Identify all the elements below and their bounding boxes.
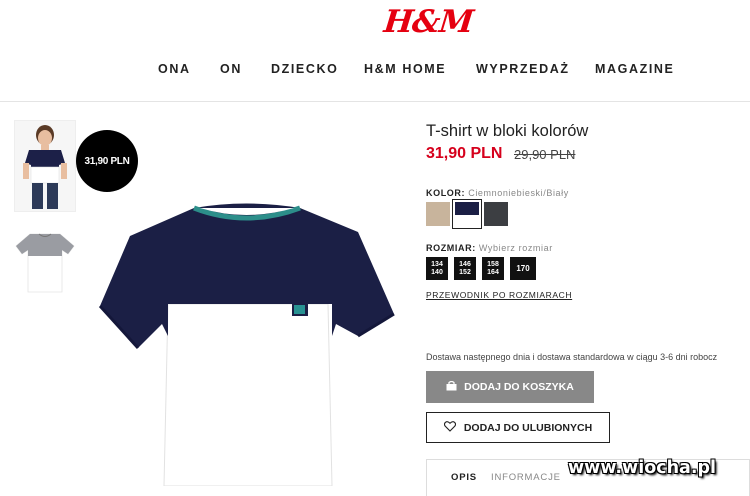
watermark-text: www.wiocha.pl xyxy=(568,458,717,478)
nav-item-ona[interactable]: ONA xyxy=(158,62,191,76)
old-price: 29,90 PLN xyxy=(514,147,576,162)
color-swatch-dark-grey[interactable] xyxy=(484,202,508,226)
bag-icon xyxy=(446,380,457,394)
current-price: 31,90 PLN xyxy=(426,145,503,162)
add-to-cart-label: DODAJ DO KOSZYKA xyxy=(464,381,574,393)
size-bottom: 140 xyxy=(431,268,443,276)
size-option-158-164[interactable]: 158 164 xyxy=(482,257,504,280)
nav-item-hm-home[interactable]: H&M HOME xyxy=(364,62,446,76)
nav-item-magazine[interactable]: MAGAZINE xyxy=(595,62,674,76)
size-label-row: ROZMIAR: Wybierz rozmiar xyxy=(426,243,553,253)
size-option-134-140[interactable]: 134 140 xyxy=(426,257,448,280)
brand-logo[interactable]: H&M xyxy=(382,4,474,40)
size-option-170[interactable]: 170 xyxy=(510,257,536,280)
color-label: KOLOR: xyxy=(426,188,466,198)
size-option-146-152[interactable]: 146 152 xyxy=(454,257,476,280)
nav-item-dziecko[interactable]: DZIECKO xyxy=(271,62,338,76)
color-swatch-navy-white[interactable] xyxy=(452,199,482,229)
size-bottom: 164 xyxy=(487,268,499,276)
tab-opis[interactable]: OPIS xyxy=(451,472,477,483)
size-top: 134 xyxy=(431,260,443,268)
add-to-favorites-button[interactable]: DODAJ DO ULUBIONYCH xyxy=(426,412,610,443)
product-main-image[interactable] xyxy=(96,196,396,487)
size-guide-link[interactable]: PRZEWODNIK PO ROZMIARACH xyxy=(426,290,572,300)
product-title: T-shirt w bloki kolorów xyxy=(426,122,589,140)
color-swatch-beige[interactable] xyxy=(426,202,450,226)
size-top: 146 xyxy=(459,260,471,268)
size-bottom: 152 xyxy=(459,268,471,276)
nav-item-wyprzedaz[interactable]: WYPRZEDAŻ xyxy=(476,62,570,76)
product-thumbnail-flat[interactable] xyxy=(14,226,76,298)
color-label-row: KOLOR: Ciemnoniebieski/Biały xyxy=(426,188,569,198)
size-value: Wybierz rozmiar xyxy=(478,243,553,253)
site-header: H&M ONA ON DZIECKO H&M HOME WYPRZEDAŻ MA… xyxy=(0,0,750,102)
main-nav: ONA ON DZIECKO H&M HOME WYPRZEDAŻ MAGAZI… xyxy=(0,62,750,78)
product-thumbnail-model[interactable] xyxy=(14,120,76,212)
add-to-favorites-label: DODAJ DO ULUBIONYCH xyxy=(463,421,593,434)
size-top: 158 xyxy=(487,260,499,268)
size-top: 170 xyxy=(516,263,530,273)
price-bubble: 31,90 PLN xyxy=(76,130,138,192)
size-label: ROZMIAR: xyxy=(426,243,476,253)
delivery-info: Dostawa następnego dnia i dostawa standa… xyxy=(426,352,718,362)
add-to-cart-button[interactable]: DODAJ DO KOSZYKA xyxy=(426,371,594,403)
nav-item-on[interactable]: ON xyxy=(220,62,242,76)
color-value: Ciemnoniebieski/Biały xyxy=(468,188,569,198)
heart-icon xyxy=(443,420,456,435)
tab-informacje[interactable]: INFORMACJE xyxy=(491,472,561,483)
